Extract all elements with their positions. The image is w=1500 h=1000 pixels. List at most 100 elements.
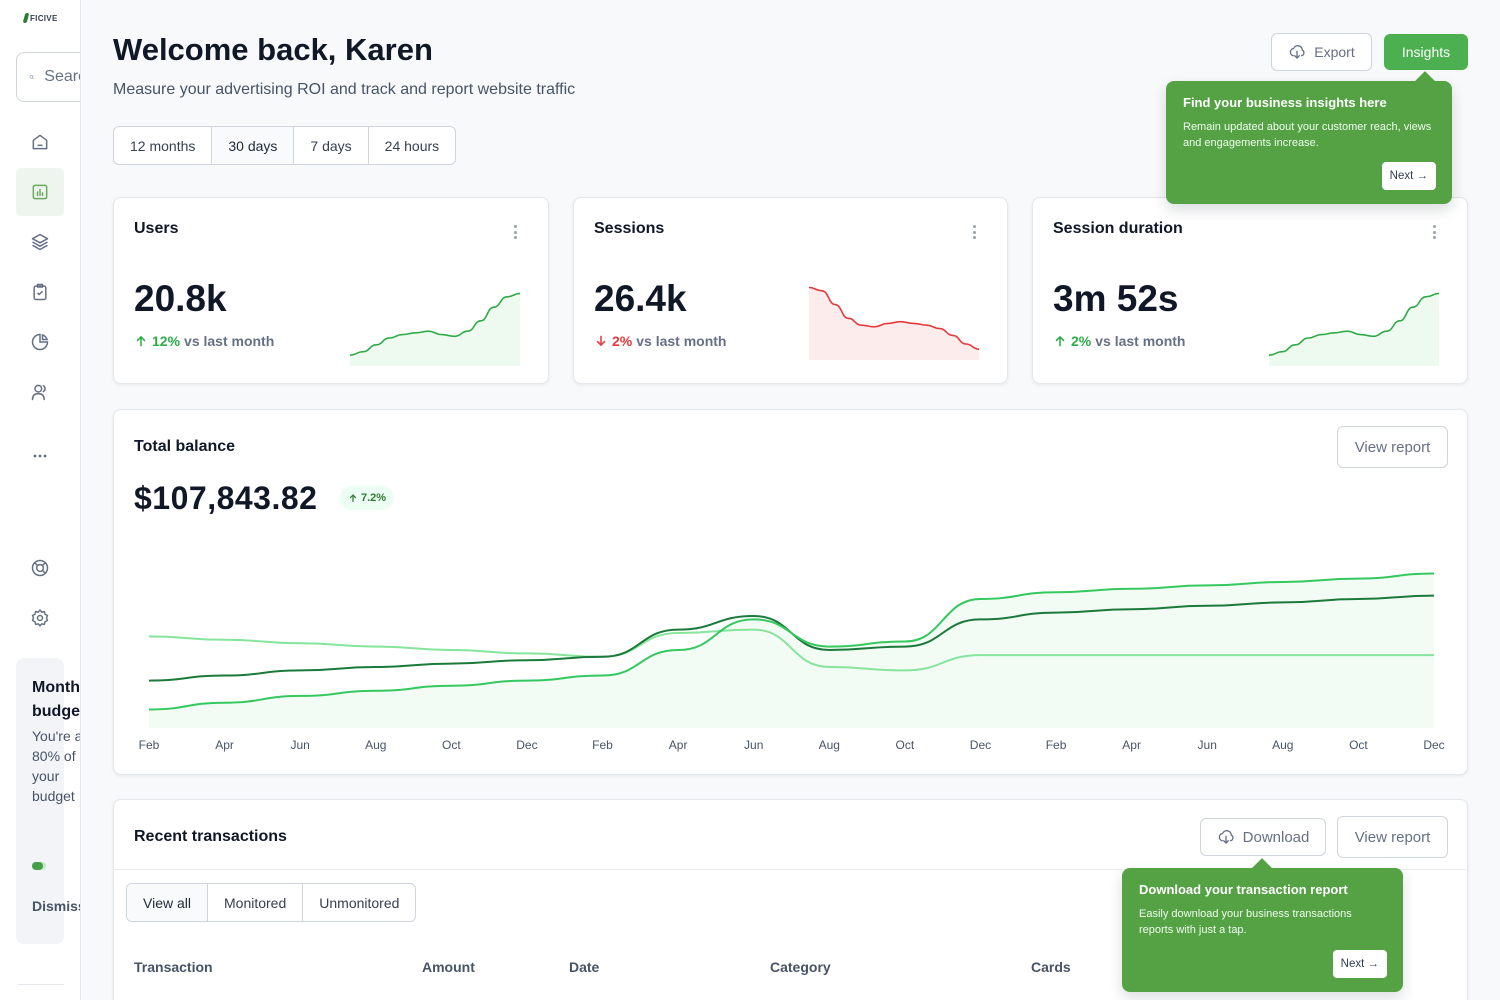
- range-7-days[interactable]: 7 days: [294, 127, 369, 164]
- dot-icon: [972, 225, 976, 228]
- budget-progress-fill: [32, 862, 44, 870]
- x-axis-ticks: Feb Apr Jun Aug Oct Dec Feb Apr Jun Aug Oct Dec Feb A…: [134, 738, 1449, 754]
- stat-delta-value: 2%: [612, 333, 633, 349]
- download-button[interactable]: Download: [1200, 818, 1326, 856]
- tooltip-text: Easily download your business transactio…: [1139, 908, 1352, 936]
- nav-dashboard[interactable]: [16, 168, 64, 216]
- stat-delta: 12% vs last month: [134, 333, 274, 349]
- tooltip-next-button[interactable]: Next →: [1332, 950, 1387, 978]
- nav-settings[interactable]: [16, 594, 64, 642]
- range-12-months[interactable]: 12 months: [114, 127, 213, 164]
- dot-icon: [972, 230, 976, 234]
- card-menu-button[interactable]: [512, 222, 518, 242]
- stat-delta: 2% vs last month: [594, 333, 726, 349]
- sparkline: [809, 286, 979, 360]
- stat-title: Users: [134, 220, 179, 237]
- bar-chart-icon: [32, 184, 48, 200]
- total-balance-card: Total balance View report $107,843.82 7.…: [113, 409, 1468, 775]
- check-square-icon: [33, 283, 47, 301]
- arrow-up-icon: [136, 336, 146, 347]
- nav-users[interactable]: [16, 368, 64, 416]
- stat-delta-value: 2%: [1071, 333, 1092, 349]
- filter-view-all[interactable]: View all: [127, 884, 208, 921]
- dot-icon: [1432, 230, 1436, 234]
- x-tick-label: Dec: [516, 738, 538, 752]
- nav-projects[interactable]: [16, 218, 64, 266]
- sparkline-area: [350, 293, 520, 366]
- x-tick-label: Oct: [1349, 738, 1368, 752]
- filter-unmonitored[interactable]: Unmonitored: [303, 884, 415, 921]
- balance-title: Total balance: [134, 438, 236, 455]
- filter-monitored[interactable]: Monitored: [208, 884, 304, 921]
- nav-home[interactable]: [16, 118, 64, 166]
- settings-icon: [31, 609, 49, 627]
- x-tick-label: Jun: [744, 738, 764, 752]
- card-menu-button[interactable]: [971, 222, 977, 242]
- dot-icon: [513, 236, 517, 239]
- x-tick-label: Aug: [365, 738, 387, 752]
- view-report-label: View report: [1354, 438, 1431, 456]
- balance-change-value: 7.2%: [361, 492, 387, 504]
- insights-label: Insights: [1401, 44, 1451, 60]
- stat-card-users: Users 20.8k 12% vs last month: [113, 197, 549, 384]
- transaction-filter-tabs: View all Monitored Unmonitored: [126, 883, 417, 922]
- stat-title: Session duration: [1053, 220, 1183, 237]
- balance-view-report-button[interactable]: View report: [1337, 426, 1448, 468]
- stat-value: 26.4k: [594, 278, 687, 319]
- nav-more[interactable]: [16, 432, 64, 480]
- app-logo[interactable]: FICIVE: [22, 13, 58, 23]
- tooltip-next-button[interactable]: Next →: [1381, 162, 1436, 190]
- time-range-selector: 12 months 30 days 7 days 24 hours: [113, 126, 457, 165]
- column-header-amount[interactable]: Amount: [422, 959, 475, 975]
- card-menu-button[interactable]: [1431, 222, 1437, 242]
- sidebar-search-input[interactable]: Search: [16, 52, 80, 102]
- insights-button[interactable]: Insights: [1384, 34, 1468, 70]
- transactions-view-report-button[interactable]: View report: [1337, 816, 1448, 858]
- balance-line-chart: [148, 572, 1435, 728]
- logo-text: FICIVE: [30, 13, 58, 23]
- stat-delta-label: vs last month: [636, 333, 727, 349]
- dot-icon: [972, 236, 976, 239]
- column-header-transaction[interactable]: Transaction: [134, 959, 213, 975]
- sidebar: FICIVE Search Monthly budget You're at 8…: [0, 0, 81, 1000]
- column-header-cards[interactable]: Cards: [1031, 959, 1071, 975]
- x-tick-label: Apr: [668, 738, 688, 752]
- stat-title: Sessions: [594, 220, 665, 237]
- x-tick-label: Jun: [1197, 738, 1217, 752]
- sparkline: [1269, 292, 1439, 366]
- dot-icon: [513, 230, 517, 234]
- page-subtitle: Measure your advertising ROI and track a…: [113, 81, 576, 98]
- budget-progress-bar: [32, 862, 46, 870]
- stat-card-session-duration: Session duration 3m 52s 2% vs last month: [1032, 197, 1468, 384]
- nav-tasks[interactable]: [16, 268, 64, 316]
- sparkline-area: [809, 287, 979, 360]
- export-button[interactable]: Export: [1271, 33, 1372, 71]
- dot-icon: [513, 225, 517, 228]
- x-tick-label: Jun: [290, 738, 310, 752]
- x-tick-label: Dec: [1423, 738, 1445, 752]
- column-header-date[interactable]: Date: [569, 959, 599, 975]
- tooltip-text: Remain updated about your customer reach…: [1183, 121, 1432, 149]
- stat-delta-label: vs last month: [1095, 333, 1186, 349]
- range-24-hours[interactable]: 24 hours: [369, 127, 455, 164]
- nav-support[interactable]: [16, 544, 64, 592]
- insights-tooltip: Find your business insights here Remain …: [1166, 81, 1452, 204]
- stat-delta-value: 12%: [152, 333, 181, 349]
- budget-card: Monthly budget You're at 80% of your bud…: [16, 658, 80, 944]
- arrow-down-icon: [596, 335, 606, 346]
- search-icon: [29, 75, 34, 80]
- x-tick-label: Dec: [969, 738, 992, 752]
- column-header-category[interactable]: Category: [770, 959, 831, 975]
- range-30-days[interactable]: 30 days: [212, 127, 295, 164]
- stat-card-sessions: Sessions 26.4k 2% vs last month: [573, 197, 1008, 384]
- users-icon: [31, 384, 46, 401]
- dot-icon: [1432, 236, 1436, 239]
- nav-reports[interactable]: [16, 318, 64, 366]
- budget-text: You're at 80% of your budget: [32, 728, 81, 804]
- x-tick-label: Feb: [592, 738, 613, 752]
- budget-dismiss-button[interactable]: Dismiss: [32, 898, 80, 914]
- balance-value: $107,843.82: [134, 480, 318, 516]
- x-tick-label: Oct: [895, 738, 915, 752]
- balance-change-badge: 7.2%: [340, 486, 395, 510]
- download-tooltip: Download your transaction report Easily …: [1122, 868, 1403, 992]
